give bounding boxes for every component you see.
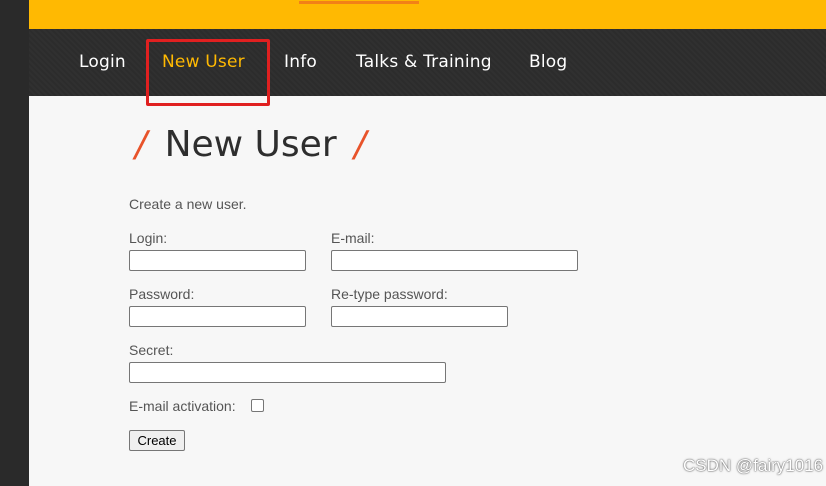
top-banner	[29, 0, 826, 29]
email-activation-label: E-mail activation:	[129, 398, 236, 414]
email-activation-checkbox[interactable]	[251, 399, 264, 412]
login-label: Login:	[129, 230, 168, 246]
retype-password-input[interactable]	[331, 306, 508, 327]
title-slash-left: /	[135, 124, 148, 165]
create-button[interactable]: Create	[129, 430, 185, 451]
secret-input[interactable]	[129, 362, 446, 383]
password-label: Password:	[129, 286, 195, 302]
left-window-edge	[0, 0, 29, 486]
page-title-text: New User	[164, 124, 337, 165]
title-slash-right: /	[354, 124, 367, 165]
main-navigation: Login New User Info Talks & Training Blo…	[29, 29, 826, 96]
nav-item-login[interactable]: Login	[79, 29, 126, 96]
csdn-watermark: CSDN @fairy1016	[683, 456, 824, 475]
retype-password-label: Re-type password:	[331, 286, 448, 302]
secret-label: Secret:	[129, 342, 174, 358]
email-input[interactable]	[331, 250, 578, 271]
nav-item-info[interactable]: Info	[284, 29, 317, 96]
nav-item-talks-training[interactable]: Talks & Training	[356, 29, 492, 96]
intro-text: Create a new user.	[129, 196, 247, 212]
banner-logo-fragment	[299, 0, 419, 4]
email-label: E-mail:	[331, 230, 375, 246]
app-window: Login New User Info Talks & Training Blo…	[29, 0, 826, 486]
password-input[interactable]	[129, 306, 306, 327]
login-input[interactable]	[129, 250, 306, 271]
nav-item-new-user[interactable]: New User	[162, 29, 245, 96]
nav-item-blog[interactable]: Blog	[529, 29, 567, 96]
page-title: / New User /	[129, 124, 372, 165]
